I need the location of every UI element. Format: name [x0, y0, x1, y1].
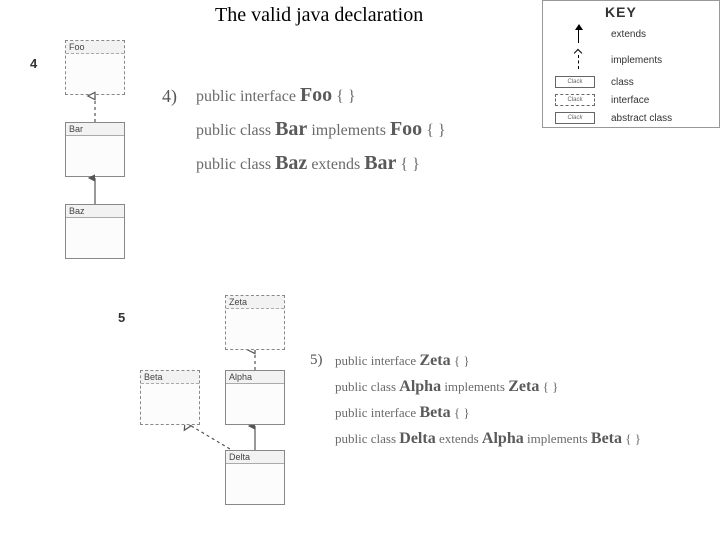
legend-label: interface	[611, 95, 649, 106]
code-line: public class Delta extends Alpha impleme…	[335, 430, 641, 448]
uml-box-alpha: Alpha	[225, 370, 285, 425]
uml-box-zeta: Zeta	[225, 295, 285, 350]
legend-row-interface: Clack interface	[543, 91, 719, 109]
uml-box-bar: Bar	[65, 122, 125, 177]
legend-row-class: Clack class	[543, 73, 719, 91]
diagram-number-4: 4	[30, 56, 37, 71]
uml-box-label: Delta	[226, 451, 284, 464]
legend-row-implements: implements	[543, 47, 719, 73]
arrow-delta-beta	[188, 424, 235, 452]
uml-box-foo: Foo	[65, 40, 125, 95]
legend-box-interface: Clack	[547, 94, 603, 106]
code-line: public interface Beta { }	[335, 404, 470, 422]
legend-row-extends: extends	[543, 21, 719, 47]
code-line: public class Baz extends Bar { }	[196, 152, 420, 175]
legend-box-abstract: Clack	[547, 112, 603, 124]
code-line: public interface Foo { }	[196, 84, 356, 107]
legend-box-class: Clack	[547, 76, 603, 88]
legend-label: implements	[611, 55, 662, 66]
legend-header: KEY	[543, 1, 719, 21]
legend-panel: KEY extends implements Clack class Clack…	[542, 0, 720, 128]
uml-box-label: Bar	[66, 123, 124, 136]
legend-label: extends	[611, 29, 646, 40]
page-title: The valid java declaration	[215, 4, 423, 27]
legend-arrow-dash	[547, 50, 603, 70]
uml-box-baz: Baz	[65, 204, 125, 259]
code-line: public class Bar implements Foo { }	[196, 118, 446, 141]
hw-number-5: 5)	[310, 352, 323, 369]
diagram-number-5: 5	[118, 310, 125, 325]
uml-box-delta: Delta	[225, 450, 285, 505]
legend-row-abstract: Clack abstract class	[543, 109, 719, 127]
uml-box-label: Alpha	[226, 371, 284, 384]
uml-box-label: Beta	[141, 371, 199, 384]
hw-number-4: 4)	[162, 86, 177, 107]
code-line: public class Alpha implements Zeta { }	[335, 378, 558, 396]
legend-arrow-solid	[547, 24, 603, 44]
code-line: public interface Zeta { }	[335, 352, 470, 370]
legend-label: abstract class	[611, 113, 672, 124]
uml-box-label: Foo	[66, 41, 124, 54]
uml-box-label: Baz	[66, 205, 124, 218]
uml-box-beta: Beta	[140, 370, 200, 425]
uml-box-label: Zeta	[226, 296, 284, 309]
legend-label: class	[611, 77, 634, 88]
